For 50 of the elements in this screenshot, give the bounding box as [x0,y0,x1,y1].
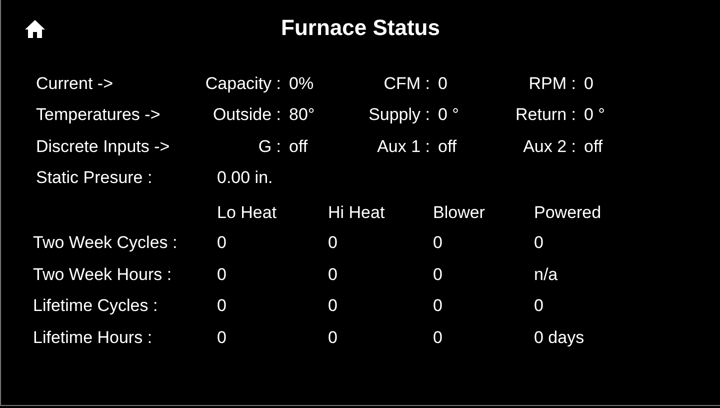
row-label: Lifetime Hours : [33,326,154,348]
reading-label: Aux 1 : [377,136,431,157]
table-cell-text: 0 [534,232,544,254]
reading-label: Outside : [212,105,282,126]
table-cell-text: n/a [534,264,559,286]
column-header: Hi Heat [328,203,386,224]
row-label: Static Presure : [36,168,154,188]
table-cell-text: 0 [328,295,338,317]
table-cell-text: 0 [433,232,444,254]
reading-value: 0 [438,74,448,94]
reading-value: 0 [584,74,594,94]
reading-label: G : [258,136,282,157]
reading-label: Capacity : [205,74,282,94]
table-cell-text: 0 [534,295,544,317]
home-button[interactable] [24,19,46,39]
row-label: Lifetime Cycles : [33,295,159,317]
row-label: Current -> [36,74,114,94]
table-cell-text: 0 [328,232,338,254]
reading-value: 0 ° [438,105,460,126]
row-label: Two Week Cycles : [33,232,178,254]
screen-title: Furnace Status [281,15,440,41]
table-cell-text: 0 [433,264,444,286]
table-cell-text: 0 [217,264,228,286]
row-label: Temperatures -> [36,105,162,126]
reading-label: CFM : [384,74,431,94]
home-icon [24,19,46,39]
reading-value: 0% [289,74,315,94]
column-header: Blower [433,203,486,224]
reading-value: 0.00 in. [216,168,274,188]
reading-label: Supply : [368,105,431,126]
table-cell-text: 0 [217,326,228,348]
row-label: Discrete Inputs -> [36,136,171,157]
table-cell-text: 0 [217,232,228,254]
row-label: Two Week Hours : [33,264,173,286]
reading-label: RPM : [528,74,577,94]
table-cell-text: 0 [433,295,444,317]
reading-value: off [438,136,458,157]
reading-label: Return : [516,105,577,126]
table-cell-text: 0 days [534,326,586,348]
table-cell-text: 0 [217,295,228,317]
reading-value: 80° [289,105,316,126]
reading-label: Aux 2 : [523,136,577,157]
column-header: Powered [534,203,602,224]
reading-value: off [289,136,309,157]
column-header: Lo Heat [217,203,278,224]
reading-value: off [584,136,604,157]
table-cell-text: 0 [328,326,338,348]
reading-value: 0 ° [584,105,606,126]
table-cell-text: 0 [433,326,444,348]
table-cell-text: 0 [328,264,338,286]
